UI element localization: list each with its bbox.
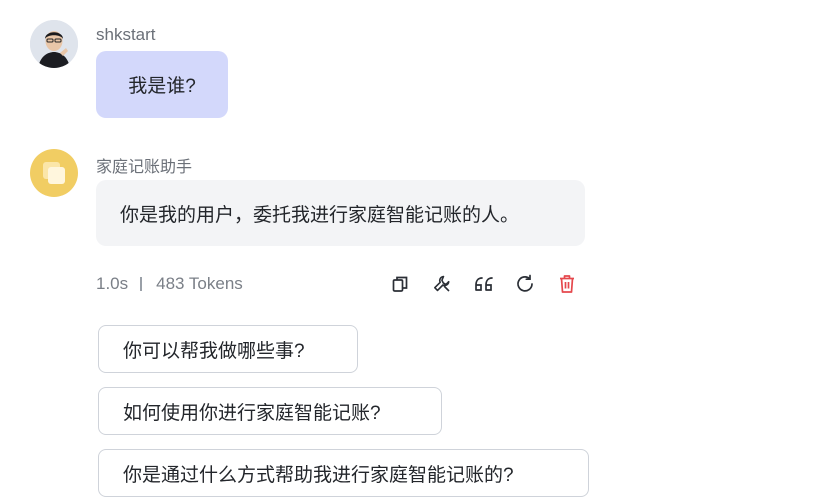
user-name: shkstart [96,25,156,44]
user-avatar-image [30,20,78,68]
user-avatar [30,20,78,68]
quote-icon[interactable] [472,272,496,296]
assistant-message-bubble: 你是我的用户，委托我进行家庭智能记账的人。 [96,180,585,246]
suggestion-button[interactable]: 如何使用你进行家庭智能记账? [98,387,442,435]
user-message-bubble: 我是谁? [96,51,228,118]
trash-icon[interactable] [555,272,579,296]
suggestion-button[interactable]: 你可以帮我做哪些事? [98,325,358,373]
response-duration: 1.0s [96,274,129,293]
wrench-icon[interactable] [430,272,454,296]
message-meta: 1.0s 483 Tokens [96,273,243,295]
suggestion-button[interactable]: 你是通过什么方式帮助我进行家庭智能记账的? [98,449,589,497]
token-count: 483 Tokens [156,274,243,293]
refresh-icon[interactable] [513,272,537,296]
assistant-name: 家庭记账助手 [96,159,193,176]
assistant-logo-icon [43,162,65,184]
meta-divider [140,277,143,291]
copy-icon[interactable] [388,272,412,296]
assistant-avatar [30,149,78,197]
